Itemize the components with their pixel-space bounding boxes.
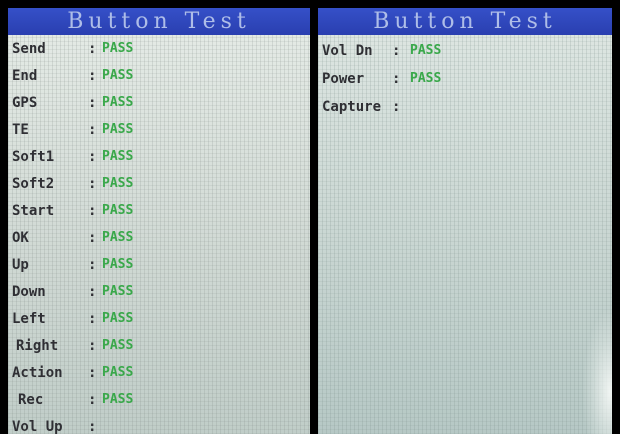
- button-row-start: Start : PASS: [8, 197, 310, 224]
- separator: :: [392, 99, 401, 115]
- status-pass: PASS: [410, 43, 442, 58]
- separator: :: [88, 338, 97, 354]
- button-label: Right: [16, 338, 59, 354]
- button-row-soft1: Soft1 : PASS: [8, 143, 310, 170]
- separator: :: [88, 284, 97, 300]
- button-label: Start: [12, 203, 55, 219]
- screen-title: Button Test: [8, 8, 310, 35]
- separator: :: [88, 68, 97, 84]
- button-label: Capture: [322, 99, 382, 115]
- button-row-right: Right : PASS: [8, 332, 310, 359]
- button-label: GPS: [12, 95, 38, 111]
- separator: :: [88, 95, 97, 111]
- button-label: OK: [12, 230, 29, 246]
- status-pass: PASS: [102, 203, 134, 218]
- button-label: Down: [12, 284, 46, 300]
- button-label: Soft2: [12, 176, 55, 192]
- button-label: Up: [12, 257, 29, 273]
- separator: :: [88, 176, 97, 192]
- button-label: Power: [322, 71, 365, 87]
- separator: :: [88, 419, 97, 434]
- status-pass: PASS: [102, 338, 134, 353]
- status-pass: PASS: [102, 257, 134, 272]
- button-row-ok: OK : PASS: [8, 224, 310, 251]
- button-row-send: Send : PASS: [8, 35, 310, 62]
- separator: :: [392, 43, 401, 59]
- button-row-gps: GPS : PASS: [8, 89, 310, 116]
- button-row-action: Action : PASS: [8, 359, 310, 386]
- status-pass: PASS: [102, 284, 134, 299]
- button-row-end: End : PASS: [8, 62, 310, 89]
- button-row-vol-dn: Vol Dn : PASS: [318, 37, 612, 65]
- separator: :: [88, 365, 97, 381]
- status-pass: PASS: [102, 311, 134, 326]
- button-label: Soft1: [12, 149, 55, 165]
- button-label: Vol Up: [12, 419, 63, 434]
- button-row-soft2: Soft2 : PASS: [8, 170, 310, 197]
- button-row-up: Up : PASS: [8, 251, 310, 278]
- status-pass: PASS: [102, 365, 134, 380]
- separator: :: [88, 203, 97, 219]
- separator: :: [88, 41, 97, 57]
- separator: :: [88, 392, 97, 408]
- button-row-te: TE : PASS: [8, 116, 310, 143]
- right-screen: Button Test Vol Dn : PASS Power : PASS C…: [318, 8, 612, 434]
- separator: :: [88, 122, 97, 138]
- separator: :: [88, 257, 97, 273]
- button-label: End: [12, 68, 38, 84]
- button-label: Rec: [18, 392, 44, 408]
- button-row-power: Power : PASS: [318, 65, 612, 93]
- button-row-rec: Rec : PASS: [8, 386, 310, 413]
- button-label: TE: [12, 122, 29, 138]
- button-label: Vol Dn: [322, 43, 373, 59]
- button-row-down: Down : PASS: [8, 278, 310, 305]
- status-pass: PASS: [102, 230, 134, 245]
- status-pass: PASS: [102, 41, 134, 56]
- status-pass: PASS: [102, 392, 134, 407]
- separator: :: [88, 230, 97, 246]
- separator: :: [88, 149, 97, 165]
- screen-title: Button Test: [318, 8, 612, 35]
- screen-glare: [582, 308, 612, 434]
- status-pass: PASS: [102, 176, 134, 191]
- button-label: Action: [12, 365, 63, 381]
- button-label: Left: [12, 311, 46, 327]
- status-pass: PASS: [410, 71, 442, 86]
- status-pass: PASS: [102, 149, 134, 164]
- button-row-vol-up: Vol Up :: [8, 413, 310, 434]
- status-pass: PASS: [102, 122, 134, 137]
- button-row-capture: Capture :: [318, 93, 612, 121]
- separator: :: [392, 71, 401, 87]
- button-list: Vol Dn : PASS Power : PASS Capture :: [318, 35, 612, 121]
- button-list: Send : PASS End : PASS GPS : PASS TE : P…: [8, 35, 310, 434]
- status-pass: PASS: [102, 95, 134, 110]
- left-screen: Button Test Send : PASS End : PASS GPS :…: [8, 8, 310, 434]
- button-row-left: Left : PASS: [8, 305, 310, 332]
- status-pass: PASS: [102, 68, 134, 83]
- separator: :: [88, 311, 97, 327]
- button-label: Send: [12, 41, 46, 57]
